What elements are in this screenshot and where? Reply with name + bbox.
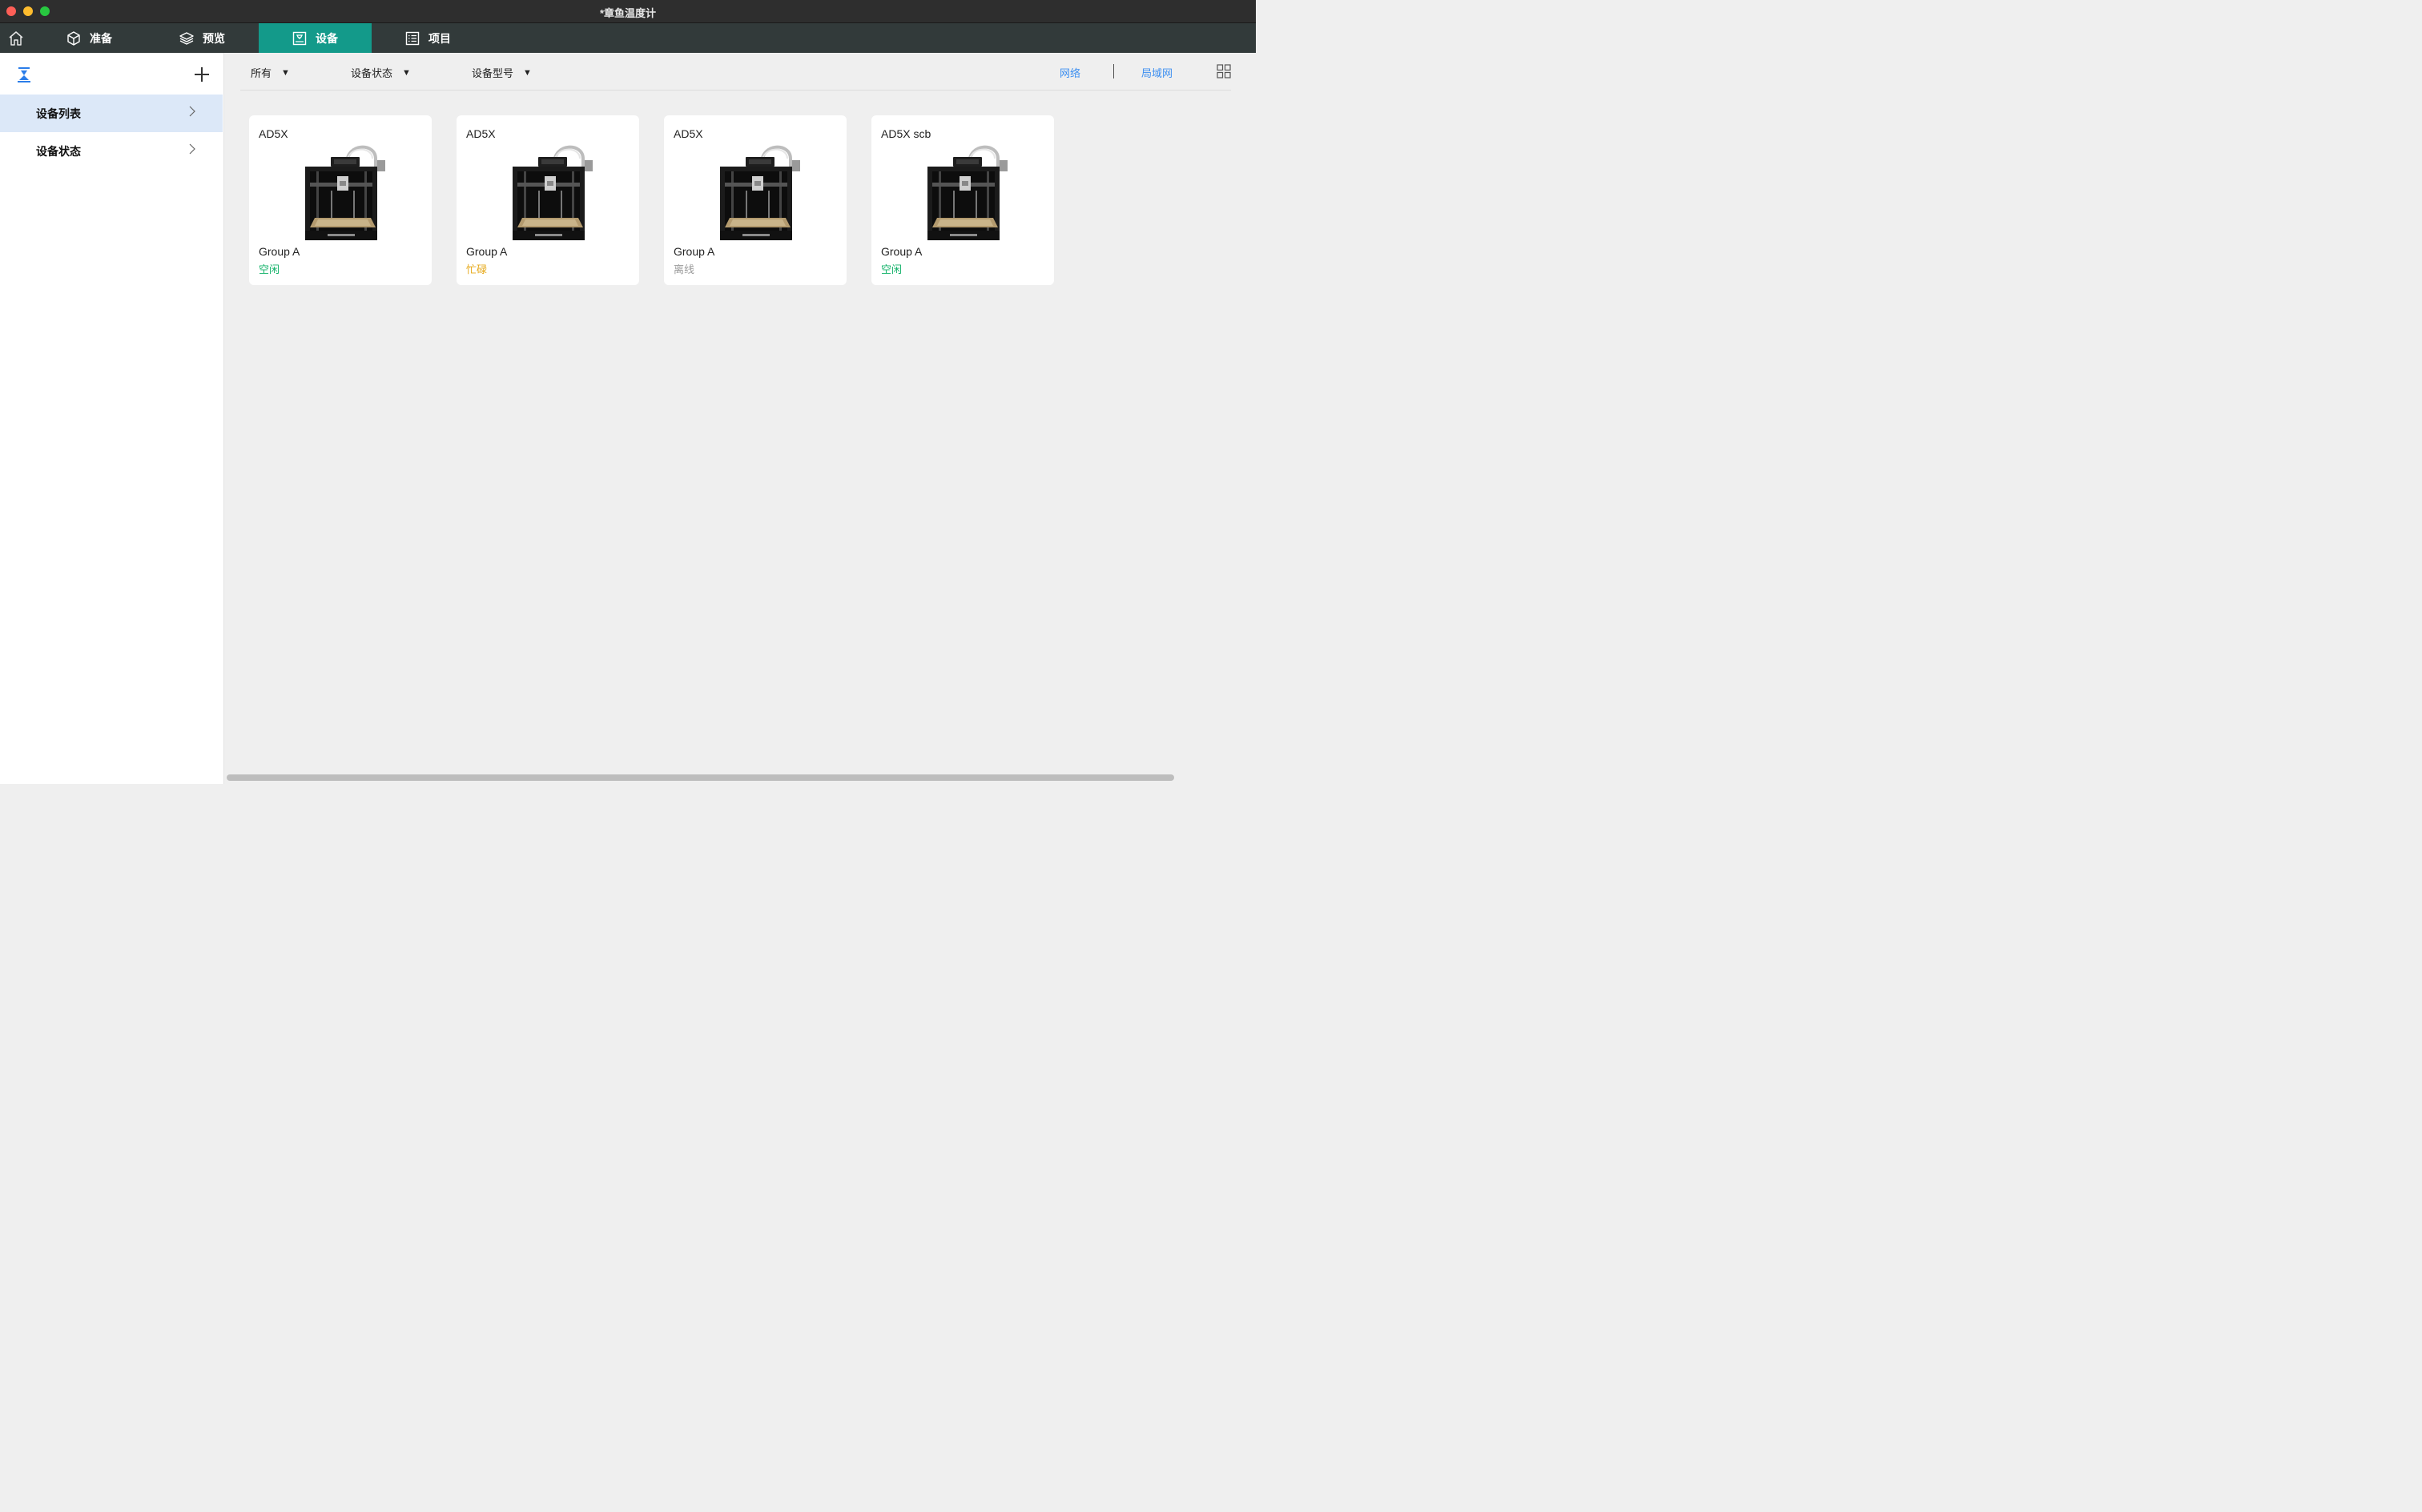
- device-status: 空闲: [881, 263, 903, 275]
- sidebar-item-label: 设备列表: [36, 107, 81, 120]
- device-group: Group A: [259, 245, 300, 258]
- filter-status-dropdown[interactable]: 设备状态 ▼: [351, 65, 411, 80]
- list-icon: [404, 30, 420, 46]
- home-icon: [9, 30, 23, 46]
- device-card[interactable]: AD5X Group A 忙碌: [457, 115, 639, 285]
- tab-project-label: 项目: [428, 31, 451, 45]
- tab-prepare-label: 准备: [90, 31, 112, 45]
- device-group: Group A: [466, 245, 508, 258]
- tab-preview-label: 预览: [203, 31, 225, 45]
- dropdown-caret-icon: ▼: [281, 67, 290, 78]
- tab-project[interactable]: 项目: [404, 23, 451, 53]
- sidebar-item-device-list[interactable]: 设备列表: [0, 94, 223, 132]
- horizontal-scrollbar[interactable]: [227, 774, 1174, 781]
- device-status: 空闲: [259, 263, 280, 275]
- chevron-right-icon: [189, 106, 195, 117]
- filter-all-label: 所有: [251, 67, 272, 79]
- filter-bar: 所有 ▼ 设备状态 ▼ 设备型号 ▼ 网络 局域网: [240, 53, 1231, 90]
- device-name: AD5X: [259, 127, 288, 140]
- cube-icon: [66, 30, 82, 46]
- window-title: *章鱼温度计: [599, 7, 657, 19]
- divider: [1113, 64, 1114, 78]
- tab-device[interactable]: 设备: [259, 23, 372, 53]
- printer-image: [511, 145, 594, 242]
- add-device-button[interactable]: [191, 64, 212, 85]
- dropdown-caret-icon: ▼: [523, 67, 532, 78]
- device-status: 忙碌: [466, 263, 488, 275]
- sidebar-item-device-status[interactable]: 设备状态: [0, 132, 223, 170]
- network-link[interactable]: 网络: [1060, 65, 1080, 80]
- sidebar: 设备列表 设备状态: [0, 53, 224, 784]
- plus-icon: [195, 67, 209, 82]
- device-name: AD5X: [674, 127, 703, 140]
- dropdown-caret-icon: ▼: [402, 67, 411, 78]
- title-bar: *章鱼温度计: [0, 0, 1256, 23]
- tab-preview[interactable]: 预览: [179, 23, 225, 53]
- device-group: Group A: [674, 245, 715, 258]
- device-name: AD5X scb: [881, 127, 931, 140]
- home-button[interactable]: [0, 23, 32, 53]
- filter-all-dropdown[interactable]: 所有 ▼: [251, 65, 290, 80]
- device-card[interactable]: AD5X Group A 空闲: [249, 115, 432, 285]
- device-icon: [292, 30, 308, 46]
- lan-link[interactable]: 局域网: [1141, 65, 1173, 80]
- device-card[interactable]: AD5X Group A 离线: [664, 115, 847, 285]
- device-card[interactable]: AD5X scb Group A 空闲: [871, 115, 1054, 285]
- layers-icon: [179, 30, 195, 46]
- device-status: 离线: [674, 263, 695, 275]
- grid-view-icon: [1217, 64, 1231, 78]
- chevron-right-icon: [189, 143, 195, 155]
- top-nav: 准备 预览 设备 项目: [0, 23, 1256, 53]
- sidebar-item-label: 设备状态: [36, 144, 81, 158]
- grid-view-button[interactable]: [1217, 64, 1231, 78]
- device-name: AD5X: [466, 127, 496, 140]
- filter-model-label: 设备型号: [472, 67, 514, 79]
- printer-image: [304, 145, 387, 242]
- printer-image: [718, 145, 802, 242]
- filter-status-label: 设备状态: [351, 67, 393, 79]
- printer-image: [926, 145, 1009, 242]
- filter-model-dropdown[interactable]: 设备型号 ▼: [472, 65, 532, 80]
- tab-prepare[interactable]: 准备: [66, 23, 112, 53]
- tab-device-label: 设备: [316, 31, 338, 45]
- printer-logo-icon: [16, 66, 32, 82]
- device-group: Group A: [881, 245, 923, 258]
